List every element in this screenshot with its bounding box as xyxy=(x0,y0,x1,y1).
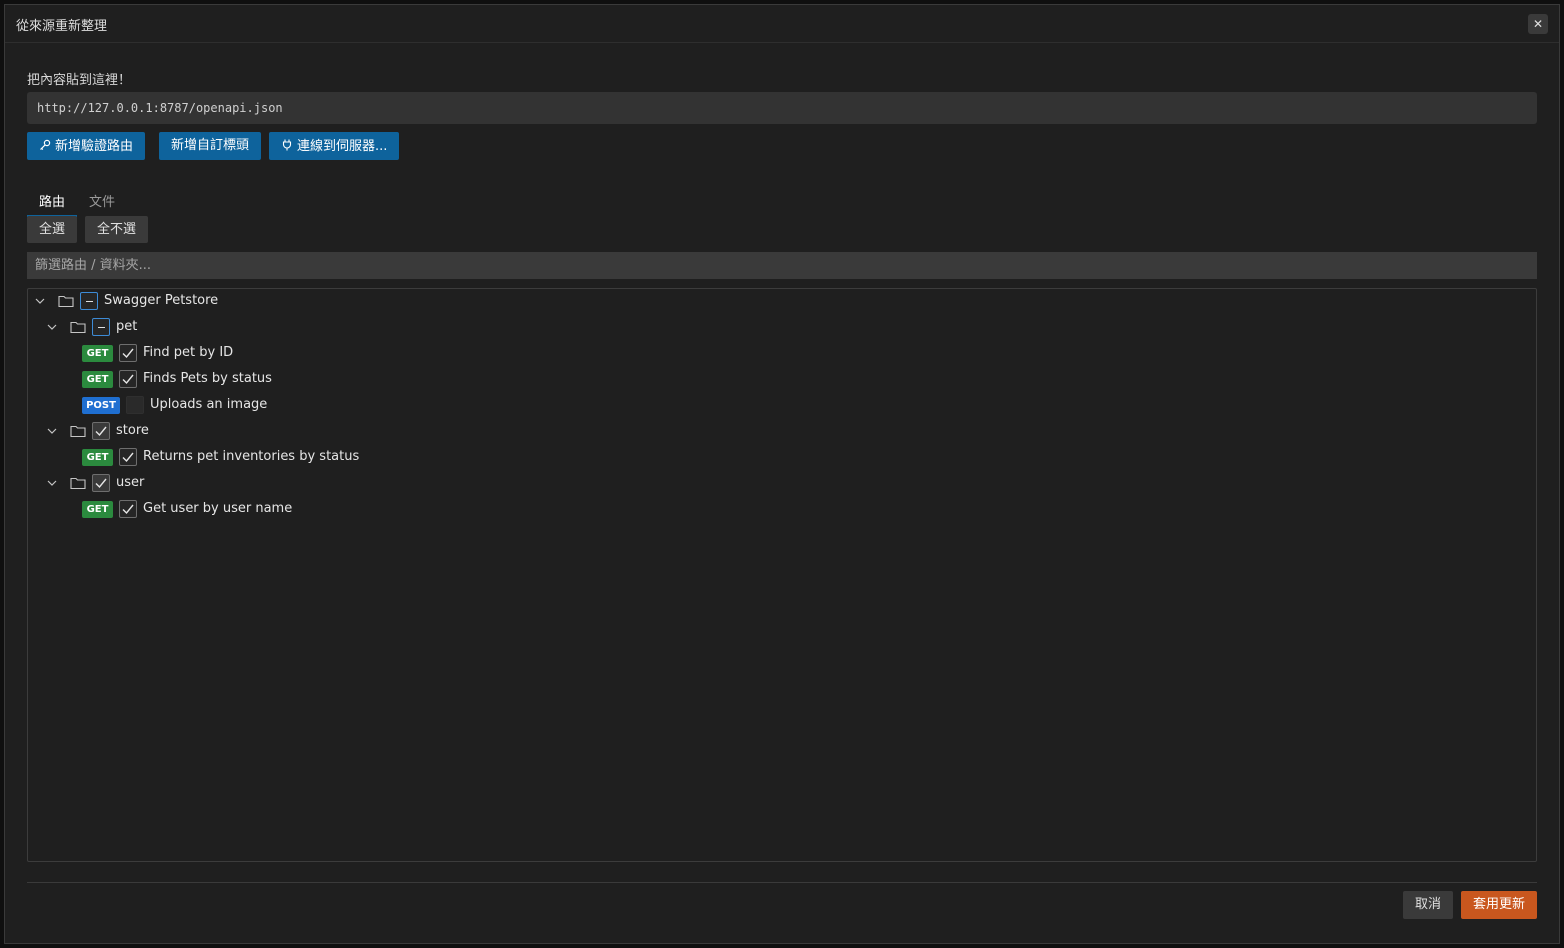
route-checkbox[interactable] xyxy=(119,448,137,466)
connect-server-label: 連線到伺服器... xyxy=(297,139,388,154)
connect-server-button[interactable]: 連線到伺服器... xyxy=(269,132,400,160)
dialog-titlebar: 從來源重新整理 ✕ xyxy=(5,5,1559,43)
route-label: Find pet by ID xyxy=(143,345,234,360)
method-badge: GET xyxy=(82,501,113,518)
key-icon xyxy=(39,132,51,160)
source-url-input[interactable] xyxy=(27,92,1537,124)
chevron-down-icon[interactable] xyxy=(44,423,60,439)
check-icon xyxy=(95,478,107,489)
close-icon: ✕ xyxy=(1532,17,1544,31)
add-auth-route-label: 新增驗證路由 xyxy=(55,139,134,154)
select-none-label: 全不選 xyxy=(97,222,137,237)
add-custom-header-button[interactable]: 新增自訂標頭 xyxy=(159,132,262,160)
refresh-from-source-dialog: 從來源重新整理 ✕ 把內容貼到這裡！ 新增驗證路由 新增自訂標頭 連線到伺服器.… xyxy=(4,4,1560,944)
tree-route-row[interactable]: GET Get user by user name xyxy=(28,498,1528,522)
cancel-label: 取消 xyxy=(1414,897,1441,912)
select-all-button[interactable]: 全選 xyxy=(27,216,78,243)
route-tree: Swagger Petstore pet GET Find pet by ID … xyxy=(27,288,1537,862)
folder-checkbox[interactable] xyxy=(92,318,110,336)
route-checkbox[interactable] xyxy=(119,344,137,362)
route-checkbox[interactable] xyxy=(119,500,137,518)
apply-update-button[interactable]: 套用更新 xyxy=(1461,891,1537,919)
route-label: Uploads an image xyxy=(150,397,268,412)
route-label: Finds Pets by status xyxy=(143,371,272,386)
filter-input[interactable] xyxy=(27,252,1537,279)
tree-folder-row[interactable]: user xyxy=(28,472,1528,496)
folder-label: pet xyxy=(116,319,138,334)
footer-divider xyxy=(27,882,1537,883)
tab-docs[interactable]: 文件 xyxy=(89,191,115,215)
tree-route-row[interactable]: GET Finds Pets by status xyxy=(28,368,1528,392)
folder-icon xyxy=(58,295,74,308)
check-icon xyxy=(122,374,134,385)
cancel-button[interactable]: 取消 xyxy=(1403,891,1453,919)
check-icon xyxy=(122,452,134,463)
close-button[interactable]: ✕ xyxy=(1528,14,1548,34)
method-badge: POST xyxy=(82,397,120,414)
plug-icon xyxy=(281,132,293,160)
folder-icon xyxy=(70,477,86,490)
check-icon xyxy=(122,348,134,359)
folder-label: user xyxy=(116,475,145,490)
select-none-button[interactable]: 全不選 xyxy=(85,216,149,243)
tree-route-row[interactable]: POST Uploads an image xyxy=(28,394,1528,418)
chevron-down-icon[interactable] xyxy=(44,475,60,491)
tree-folder-row[interactable]: store xyxy=(28,420,1528,444)
apply-update-label: 套用更新 xyxy=(1472,897,1525,912)
chevron-down-icon[interactable] xyxy=(32,293,48,309)
folder-checkbox[interactable] xyxy=(92,422,110,440)
check-icon xyxy=(122,504,134,515)
tree-folder-row[interactable]: pet xyxy=(28,316,1528,340)
paste-label: 把內容貼到這裡！ xyxy=(27,73,132,88)
folder-label: store xyxy=(116,423,149,438)
add-custom-header-label: 新增自訂標頭 xyxy=(171,138,250,153)
route-checkbox[interactable] xyxy=(126,396,144,414)
tree-root-label: Swagger Petstore xyxy=(104,293,219,308)
tree-route-row[interactable]: GET Find pet by ID xyxy=(28,342,1528,366)
root-checkbox[interactable] xyxy=(80,292,98,310)
check-icon xyxy=(95,426,107,437)
dialog-title: 從來源重新整理 xyxy=(16,19,108,34)
method-badge: GET xyxy=(82,345,113,362)
tab-docs-label: 文件 xyxy=(89,195,116,210)
folder-icon xyxy=(70,425,86,438)
tab-routes[interactable]: 路由 xyxy=(27,191,77,217)
folder-checkbox[interactable] xyxy=(92,474,110,492)
folder-icon xyxy=(70,321,86,334)
chevron-down-icon[interactable] xyxy=(44,319,60,335)
tab-routes-label: 路由 xyxy=(38,195,65,210)
route-checkbox[interactable] xyxy=(119,370,137,388)
select-all-label: 全選 xyxy=(39,222,66,237)
method-badge: GET xyxy=(82,449,113,466)
tree-route-row[interactable]: GET Returns pet inventories by status xyxy=(28,446,1528,470)
route-label: Get user by user name xyxy=(143,501,293,516)
route-label: Returns pet inventories by status xyxy=(143,449,360,464)
add-auth-route-button[interactable]: 新增驗證路由 xyxy=(27,132,146,160)
tree-root-row[interactable]: Swagger Petstore xyxy=(28,290,1528,314)
method-badge: GET xyxy=(82,371,113,388)
